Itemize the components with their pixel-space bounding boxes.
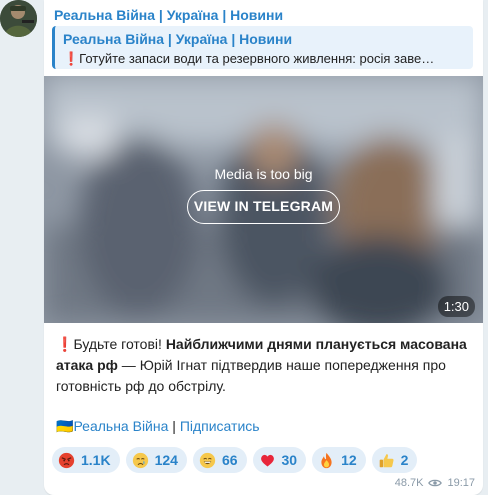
reaction-count: 12 [341,452,357,468]
message-meta: 48.7K 19:17 [395,477,475,489]
post-text: ❗️Будьте готові! Найближчими днями плану… [56,334,472,397]
reaction-crying[interactable]: 124 [125,447,187,473]
post-lead: Будьте готові! [73,336,166,352]
reaction-count: 124 [154,452,178,468]
reply-title: Реальна Війна | Україна | Новини [63,31,293,47]
view-in-telegram-button[interactable]: VIEW IN TELEGRAM [187,190,340,224]
reaction-fire[interactable]: 12 [312,447,366,473]
eye-icon [428,479,443,487]
video-duration: 1:30 [437,296,475,317]
reaction-grin[interactable]: 66 [192,447,247,473]
message-time: 19:17 [447,477,475,489]
reply-text: ❗️Готуйте запаси води та резервного живл… [63,51,435,66]
angry-face-icon [58,452,75,468]
media-too-big-message: Media is too big [214,166,313,182]
video-preview[interactable]: Media is too big VIEW IN TELEGRAM 1:30 [44,76,483,323]
footer-separator: | [168,418,180,434]
views-count: 48.7K [394,477,424,489]
channel-link[interactable]: Реальна Війна [73,418,168,434]
reaction-heart[interactable]: 30 [252,447,307,473]
reaction-thumbs-up[interactable]: 2 [371,447,418,473]
heart-icon [260,454,274,466]
subscribe-link[interactable]: Підписатись [180,418,260,434]
channel-name[interactable]: Реальна Війна | Україна | Новини [54,7,283,23]
ukraine-flag-icon: 🇺🇦 [56,418,74,434]
post-footer: 🇺🇦Реальна Війна | Підписатись [56,418,260,435]
reaction-count: 30 [281,452,298,468]
message-bubble: Реальна Війна | Україна | Новини Реальна… [44,0,483,495]
reaction-count: 1.1K [81,452,111,468]
exclamation-icon: ❗️ [56,336,74,352]
reactions-bar: 1.1K 124 66 30 12 2 [52,447,418,474]
channel-avatar[interactable] [0,0,37,37]
fire-icon [321,452,332,468]
reaction-count: 66 [221,452,238,468]
grinning-face-icon [199,452,216,468]
reaction-angry[interactable]: 1.1K [52,447,120,473]
reaction-count: 2 [400,452,409,468]
reply-quote[interactable]: Реальна Війна | Україна | Новини ❗️Готуй… [52,26,473,69]
crying-face-icon [132,452,148,468]
thumbs-up-icon [379,453,394,467]
